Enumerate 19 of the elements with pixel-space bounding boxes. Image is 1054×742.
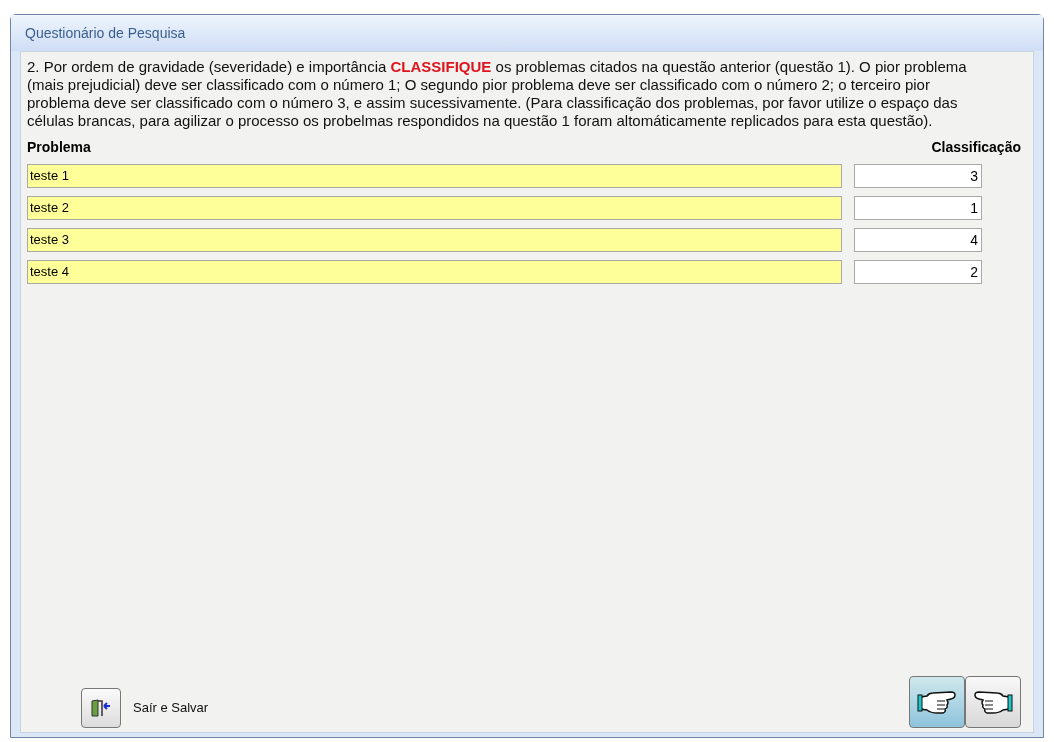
problem-field[interactable]: teste 3 bbox=[27, 228, 842, 252]
rank-field[interactable]: 1 bbox=[854, 196, 982, 220]
rank-field[interactable]: 2 bbox=[854, 260, 982, 284]
door-icon bbox=[91, 699, 111, 717]
pointing-hand-icon bbox=[917, 689, 957, 715]
column-header: Problema bbox=[27, 138, 91, 157]
previous-button[interactable] bbox=[909, 676, 965, 728]
exit-button[interactable] bbox=[81, 688, 121, 728]
rank-field[interactable]: 4 bbox=[854, 228, 982, 252]
window-title: Questionário de Pesquisa bbox=[25, 23, 186, 43]
problem-field[interactable]: teste 1 bbox=[27, 164, 842, 188]
exit-label: Saír e Salvar bbox=[133, 699, 209, 718]
rank-field[interactable]: 3 bbox=[854, 164, 982, 188]
problem-field[interactable]: teste 2 bbox=[27, 196, 842, 220]
question-text: 2. Por ordem de gravidade (severidade) e importância CLASSIFIQUE os problemas citados na questão anterior (questão 1). O pior problema (mais prejudicial) deve ser classificado com o número 1; O segundo pior problema deve ser classificado com o número 2; o terceiro pior problema deve ser classificado com o número 3, e assim sucessivamente. (Para classificação dos problemas, por favor utilize o espaço das células brancas, para agilizar o processo os probelmas respondidos na questão 1 foram altomáticamente replicados para esta questão). bbox=[27, 58, 968, 130]
pointing-hand-icon bbox=[973, 689, 1013, 715]
problem-field[interactable]: teste 4 bbox=[27, 260, 842, 284]
column-header: Classificação bbox=[931, 138, 1021, 157]
next-button[interactable] bbox=[965, 676, 1021, 728]
